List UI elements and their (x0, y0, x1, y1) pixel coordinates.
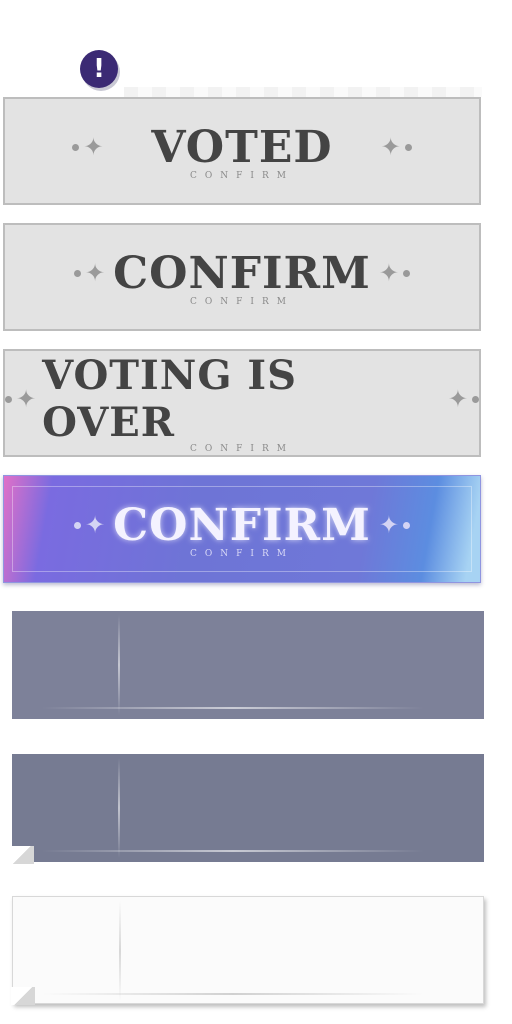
dark-panel-curled (10, 754, 484, 864)
right-ornament: ✦ (444, 387, 479, 411)
right-ornament: ✦ (377, 135, 412, 159)
button-label: VOTING IS OVER (42, 352, 298, 446)
star-icon: ✦ (85, 259, 106, 287)
light-streak (118, 615, 120, 715)
light-panel (11, 896, 484, 1005)
left-ornament: ✦ (74, 513, 109, 537)
star-icon: ✦ (380, 133, 401, 161)
left-ornament: ✦ (5, 387, 40, 411)
dark-panel (12, 611, 484, 719)
voting-over-button[interactable]: ✦ VOTING IS OVER ✦ CONFIRM (3, 349, 481, 457)
confirm-button-active[interactable]: ✦ CONFIRM ✦ CONFIRM (3, 475, 481, 583)
button-sublabel: CONFIRM (190, 444, 294, 454)
dot-icon (72, 143, 80, 151)
left-ornament: ✦ (74, 261, 109, 285)
dot-icon (472, 395, 479, 403)
right-ornament: ✦ (375, 513, 410, 537)
light-streak (42, 707, 424, 709)
star-icon: ✦ (85, 511, 106, 539)
star-icon: ✦ (447, 385, 468, 413)
confirm-button-disabled[interactable]: ✦ CONFIRM ✦ CONFIRM (3, 223, 481, 331)
light-streak (119, 901, 121, 1001)
voted-button[interactable]: ✦ VOTED ✦ CONFIRM (3, 97, 481, 205)
star-icon: ✦ (378, 259, 399, 287)
dot-icon (5, 395, 12, 403)
button-sublabel: CONFIRM (190, 548, 294, 559)
star-icon: ✦ (83, 133, 104, 161)
dot-icon (74, 269, 82, 277)
star-icon: ✦ (16, 385, 37, 413)
dot-icon (402, 269, 410, 277)
left-ornament: ✦ (72, 135, 107, 159)
button-label: VOTED (151, 121, 333, 173)
right-ornament: ✦ (375, 261, 410, 285)
dot-icon (402, 521, 410, 529)
button-label: CONFIRM (113, 247, 371, 299)
light-streak (43, 993, 423, 995)
exclamation-icon: ! (80, 50, 118, 88)
page-curl (11, 987, 35, 1005)
dot-icon (404, 143, 412, 151)
button-label: CONFIRM (113, 499, 371, 551)
top-strip (124, 87, 482, 97)
button-sublabel: CONFIRM (190, 296, 294, 307)
page-curl (10, 846, 34, 864)
button-sublabel: CONFIRM (190, 170, 294, 181)
light-streak (42, 850, 424, 852)
light-streak (118, 758, 120, 858)
dot-icon (74, 521, 82, 529)
star-icon: ✦ (378, 511, 399, 539)
